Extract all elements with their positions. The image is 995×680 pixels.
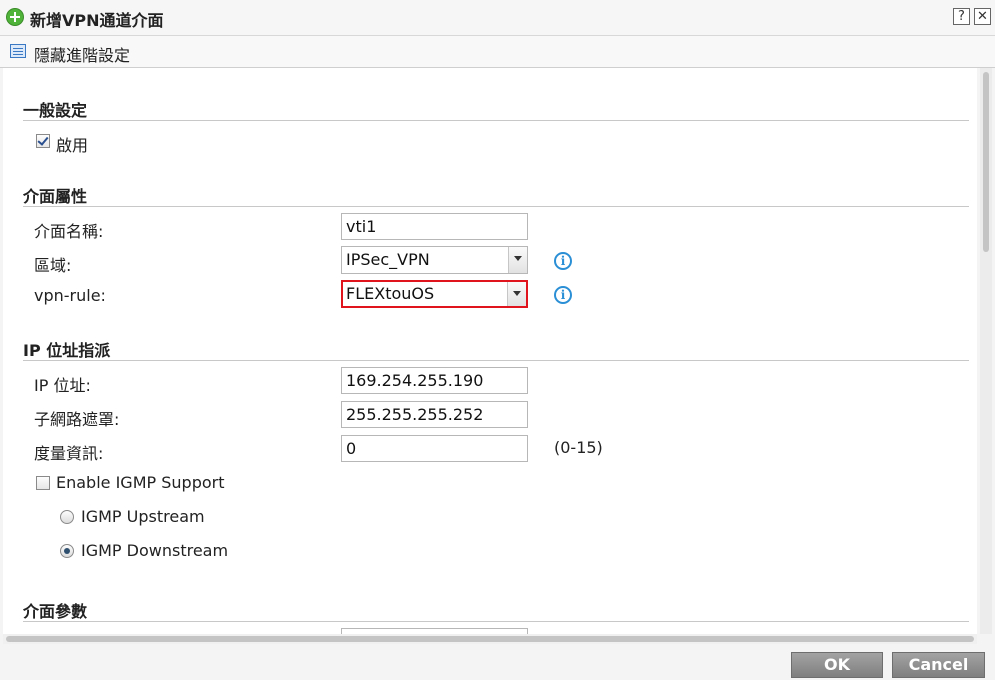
close-button[interactable]: ✕ — [974, 8, 991, 25]
igmp-upstream-label: IGMP Upstream — [81, 507, 205, 526]
ok-button[interactable]: OK — [791, 652, 883, 678]
enable-igmp-label: Enable IGMP Support — [56, 473, 225, 492]
section-divider — [23, 360, 969, 361]
interface-name-label: 介面名稱: — [34, 222, 104, 241]
add-icon — [6, 8, 24, 26]
vpn-rule-info-icon[interactable]: i — [554, 286, 572, 304]
ip-address-label: IP 位址: — [34, 376, 91, 395]
help-button[interactable]: ? — [953, 8, 970, 25]
igmp-upstream-radio[interactable] — [60, 510, 74, 524]
zone-select[interactable]: IPSec_VPN — [341, 246, 528, 274]
dialog-content: 一般設定 啟用 介面屬性 介面名稱: vti1 區域: IPSec_VPN i … — [3, 68, 977, 634]
section-title-ip-assignment: IP 位址指派 — [23, 341, 111, 360]
vpn-rule-select[interactable]: FLEXtouOS — [341, 280, 528, 308]
subnet-mask-label: 子網路遮罩: — [34, 410, 120, 429]
section-title-interface-properties: 介面屬性 — [23, 187, 88, 206]
section-divider — [23, 206, 969, 207]
ip-address-field[interactable]: 169.254.255.190 — [341, 367, 528, 394]
hide-advanced-settings-link[interactable]: 隱藏進階設定 — [34, 42, 130, 66]
enable-checkbox[interactable] — [36, 134, 50, 148]
zone-info-icon[interactable]: i — [554, 252, 572, 270]
subnet-mask-field[interactable]: 255.255.255.252 — [341, 401, 528, 428]
dialog-title: 新增VPN通道介面 — [30, 11, 164, 30]
enable-igmp-checkbox[interactable] — [36, 476, 50, 490]
enable-label: 啟用 — [56, 136, 89, 155]
metric-range-hint: (0-15) — [554, 438, 603, 457]
igmp-downstream-radio[interactable] — [60, 544, 74, 558]
chevron-down-icon[interactable] — [508, 247, 527, 273]
chevron-down-icon[interactable] — [507, 282, 526, 306]
interface-name-field[interactable]: vti1 — [341, 213, 528, 240]
metric-label: 度量資訊: — [34, 444, 104, 463]
metric-field[interactable]: 0 — [341, 435, 528, 462]
section-divider — [23, 120, 969, 121]
section-divider — [23, 621, 969, 622]
vertical-scrollbar[interactable] — [980, 68, 992, 634]
zone-select-value: IPSec_VPN — [346, 250, 430, 269]
zone-label: 區域: — [34, 256, 72, 275]
cancel-button[interactable]: Cancel — [892, 652, 985, 678]
hide-advanced-icon[interactable] — [10, 44, 26, 58]
vpn-rule-select-value: FLEXtouOS — [346, 284, 435, 303]
horizontal-scrollbar[interactable] — [3, 634, 977, 644]
section-title-interface-parameters: 介面參數 — [23, 602, 88, 621]
toolbar: 隱藏進階設定 — [0, 36, 995, 68]
horizontal-scrollbar-thumb[interactable] — [6, 636, 974, 642]
vertical-scrollbar-thumb[interactable] — [983, 72, 989, 252]
igmp-downstream-label: IGMP Downstream — [81, 541, 229, 560]
section-title-general: 一般設定 — [23, 101, 88, 120]
vpn-rule-label: vpn-rule: — [34, 286, 106, 305]
dialog-title-bar: 新增VPN通道介面 ? ✕ — [0, 0, 995, 36]
